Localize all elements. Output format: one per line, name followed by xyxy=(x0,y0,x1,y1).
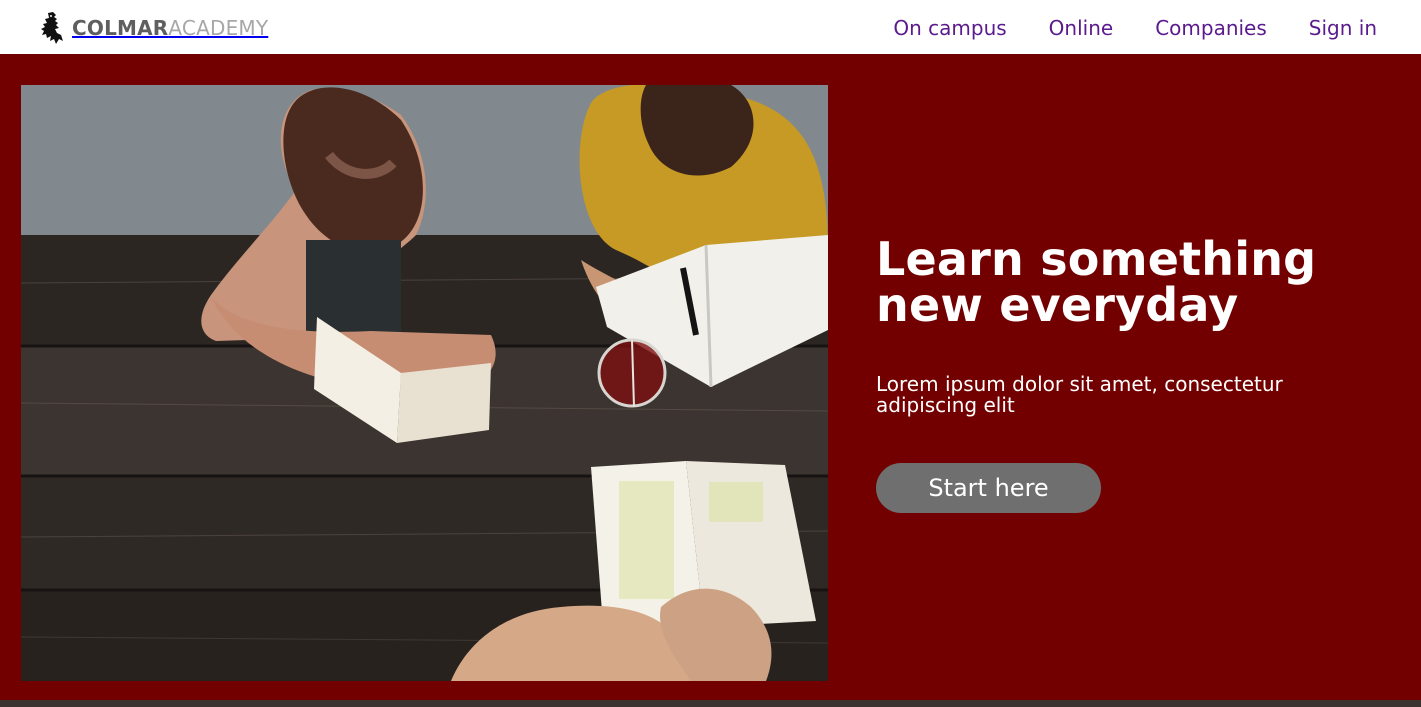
start-here-button[interactable]: Start here xyxy=(876,463,1101,513)
site-header: COLMARACADEMY On campus Online Companies… xyxy=(0,0,1421,54)
main-navigation: On campus Online Companies Sign in xyxy=(893,18,1377,38)
brand-logo[interactable]: COLMARACADEMY xyxy=(38,10,268,46)
hero-photo xyxy=(21,85,828,681)
brand-name-bold: COLMAR xyxy=(72,16,169,40)
brand-wordmark: COLMARACADEMY xyxy=(72,18,268,38)
nav-link-online[interactable]: Online xyxy=(1049,18,1114,38)
hero-title: Learn something new everyday xyxy=(876,232,1317,332)
lion-rampant-icon xyxy=(38,10,66,46)
next-section-edge xyxy=(0,700,1421,707)
hero-copy: Learn something new everyday Lorem ipsum… xyxy=(876,232,1396,513)
hero-section: Learn something new everyday Lorem ipsum… xyxy=(0,54,1421,700)
nav-link-on-campus[interactable]: On campus xyxy=(893,18,1006,38)
nav-link-companies[interactable]: Companies xyxy=(1155,18,1267,38)
hero-subtitle: Lorem ipsum dolor sit amet, consectetur … xyxy=(876,372,1283,417)
nav-link-sign-in[interactable]: Sign in xyxy=(1309,18,1377,38)
brand-name-light: ACADEMY xyxy=(168,16,269,40)
